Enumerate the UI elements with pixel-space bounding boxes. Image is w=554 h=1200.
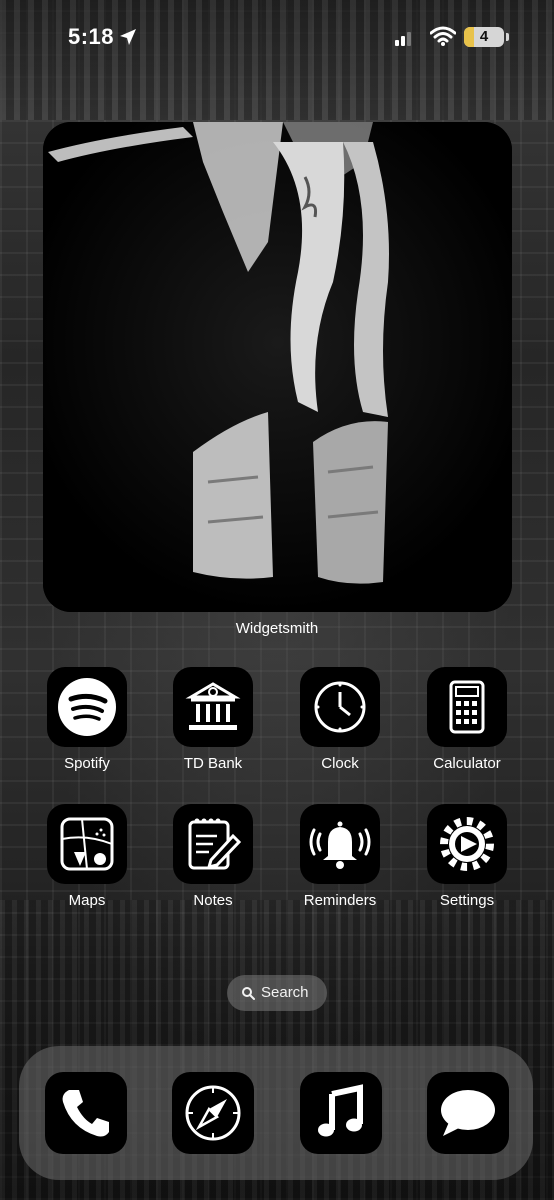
notes-pencil-icon (188, 818, 242, 870)
app-label-clock: Clock (321, 755, 359, 772)
app-tile[interactable] (47, 804, 127, 884)
safari-compass-icon (185, 1085, 241, 1141)
app-label-notes: Notes (193, 892, 233, 909)
phone-icon (62, 1090, 109, 1137)
app-tile[interactable] (300, 667, 380, 747)
battery-nub (506, 33, 509, 41)
bell-ringing-icon (309, 821, 371, 869)
gear-icon (440, 817, 494, 871)
bank-building-icon (185, 682, 241, 730)
battery-indicator: 4 (464, 27, 504, 47)
search-label: Search (261, 984, 309, 1001)
dock-app-messages[interactable] (427, 1072, 509, 1154)
app-tile[interactable] (47, 667, 127, 747)
wifi-icon (430, 26, 456, 46)
app-tile[interactable] (300, 804, 380, 884)
calculator-icon (449, 680, 485, 734)
clock-icon (314, 681, 366, 733)
app-label-maps: Maps (68, 892, 106, 909)
map-icon (60, 817, 114, 871)
widget-label: Widgetsmith (235, 620, 319, 637)
app-label-reminders: Reminders (303, 892, 377, 909)
battery-percent: 4 (479, 28, 489, 45)
app-label-td-bank: TD Bank (183, 755, 243, 772)
dock-app-safari[interactable] (172, 1072, 254, 1154)
spotify-icon (58, 678, 116, 736)
search-icon (242, 987, 255, 1000)
widget-photo (43, 122, 512, 612)
photo-widget[interactable] (43, 122, 512, 612)
dock-app-phone[interactable] (45, 1072, 127, 1154)
app-tile[interactable] (173, 804, 253, 884)
app-label-calculator: Calculator (433, 755, 501, 772)
app-tile[interactable] (173, 667, 253, 747)
music-note-icon (318, 1084, 363, 1137)
status-bar: 5:18 4 (0, 0, 554, 70)
app-tile[interactable] (427, 667, 507, 747)
app-label-settings: Settings (439, 892, 495, 909)
spotlight-search-pill[interactable]: Search (227, 975, 327, 1011)
dock-app-music[interactable] (300, 1072, 382, 1154)
status-time: 5:18 (68, 24, 115, 49)
app-tile[interactable] (427, 804, 507, 884)
cellular-signal-icon (395, 32, 411, 46)
location-arrow-icon (120, 29, 136, 45)
messages-bubble-icon (441, 1090, 495, 1136)
dock (19, 1046, 533, 1180)
app-label-spotify: Spotify (64, 755, 110, 772)
